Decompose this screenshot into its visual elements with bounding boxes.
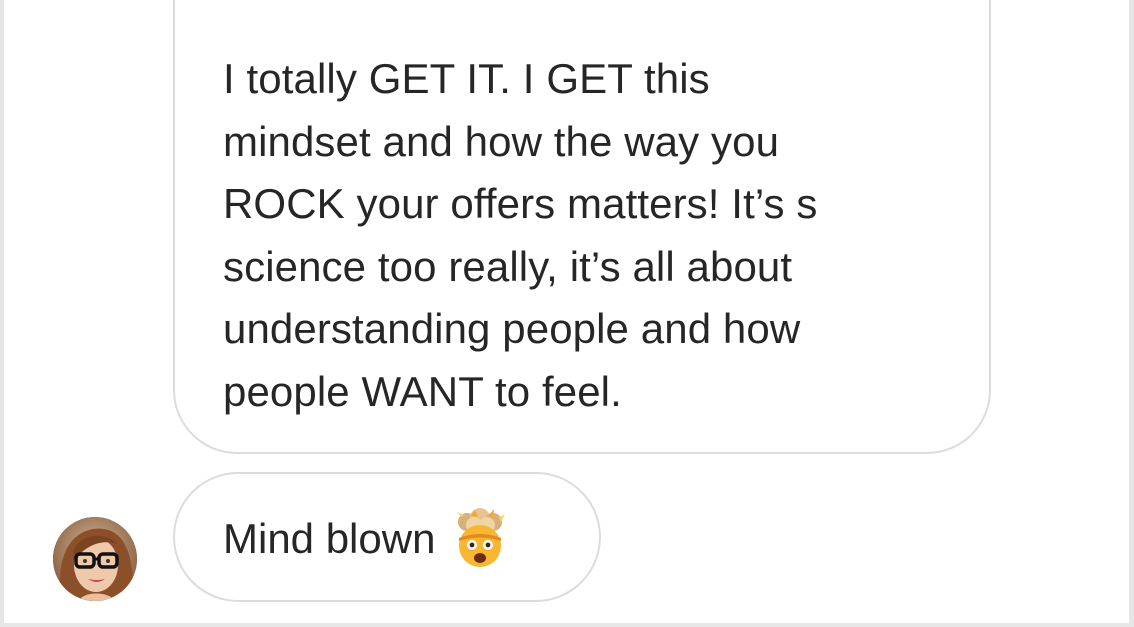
chat-thread: I totally GET IT. I GET this mindset and… [4,0,1129,623]
message-text: Mind blown [223,515,436,562]
avatar[interactable] [53,517,137,601]
message-text: I totally GET IT. I GET this mindset and… [223,55,818,415]
exploding-head-icon [449,508,511,570]
avatar-image [53,517,137,601]
message-bubble[interactable]: I totally GET IT. I GET this mindset and… [173,0,991,454]
message-bubble[interactable]: Mind blown [173,472,601,602]
message-content: Mind blown [223,508,511,570]
